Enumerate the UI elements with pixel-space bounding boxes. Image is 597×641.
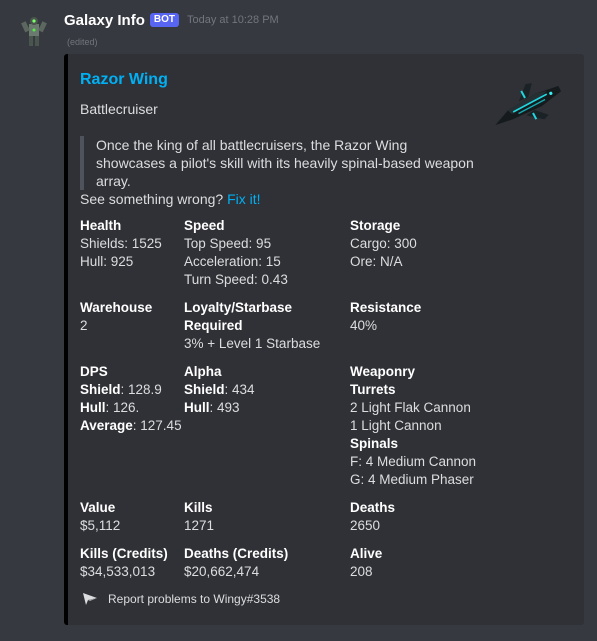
dps-hull-label: Hull [80,400,106,415]
field-weaponry: Weaponry Turrets 2 Light Flak Cannon 1 L… [350,363,476,489]
fix-prompt: See something wrong? [80,191,224,207]
field-storage: Storage Cargo: 300 Ore: N/A [350,217,417,271]
field-alpha-shield: Shield: 434 [184,381,255,399]
author-name[interactable]: Galaxy Info [64,12,145,29]
field-alive-value: 208 [350,564,373,579]
field-kills-credits: Kills (Credits) $34,533,013 [80,545,168,581]
message-timestamp[interactable]: Today at 10:28 PM [187,14,279,26]
dps-shield-value: : 128.9 [120,382,162,397]
ship-thumbnail-icon[interactable] [488,74,566,138]
field-resistance-value: 40% [350,318,378,333]
field-alpha-hull: Hull: 493 [184,399,255,417]
footer-text: Report problems to Wingy#3538 [108,592,281,606]
field-alive: Alive 208 [350,545,382,581]
field-speed-name: Speed [184,218,225,233]
field-deaths-name: Deaths [350,500,396,515]
alpha-hull-value: : 493 [209,400,240,415]
field-speed: Speed Top Speed: 95 Acceleration: 15 Tur… [184,217,288,289]
weaponry-spinal-1: F: 4 Medium Cannon [350,454,477,469]
paper-plane-icon [83,593,97,605]
field-warehouse-name: Warehouse [80,300,153,315]
field-speed-turn: Turn Speed: 0.43 [184,272,288,287]
field-value-name: Value [80,500,116,515]
field-alive-name: Alive [350,546,383,561]
field-deaths: Deaths 2650 [350,499,395,535]
field-weaponry-name: Weaponry [350,364,416,379]
field-kills-credits-name: Kills (Credits) [80,546,168,561]
fix-line: See something wrong? Fix it! [80,191,261,207]
robot-avatar-icon [21,17,47,46]
field-dps-name: DPS [80,364,108,379]
dps-hull-value: : 126. [105,400,140,415]
field-health-name: Health [80,218,122,233]
dps-average-value: : 127.45 [132,418,182,433]
alpha-shield-label: Shield [184,382,225,397]
field-storage-cargo: Cargo: 300 [350,236,417,251]
field-alpha-name: Alpha [184,364,222,379]
field-storage-ore: Ore: N/A [350,254,403,269]
field-loyalty-value: 3% + Level 1 Starbase [184,336,321,351]
field-kills-credits-value: $34,533,013 [80,564,156,579]
embed-card: Razor Wing Battlecruiser Once the king o… [64,54,584,625]
weaponry-turret-1: 2 Light Flak Cannon [350,400,471,415]
weaponry-turret-2: 1 Light Cannon [350,418,442,433]
field-value: Value $5,112 [80,499,120,535]
field-warehouse-value: 2 [80,318,88,333]
alpha-shield-value: : 434 [224,382,255,397]
field-loyalty-name-1: Loyalty/Starbase [184,300,293,315]
field-speed-accel: Acceleration: 15 [184,254,281,269]
field-speed-top: Top Speed: 95 [184,236,272,251]
weaponry-turrets-label: Turrets [350,382,396,397]
embed-title[interactable]: Razor Wing [80,71,168,89]
field-dps-hull: Hull: 126. [80,399,182,417]
field-alpha: Alpha Shield: 434 Hull: 493 [184,363,255,417]
field-dps-average: Average: 127.45 [80,417,182,435]
field-loyalty: Loyalty/Starbase Required 3% + Level 1 S… [184,299,320,353]
embed-description: Once the king of all battlecruisers, the… [80,136,476,190]
bot-badge: BOT [149,13,179,27]
field-health-hull: Hull: 925 [80,254,134,269]
field-deaths-value: 2650 [350,518,381,533]
avatar[interactable] [14,10,54,50]
embed-footer: Report problems to Wingy#3538 [82,592,280,606]
edited-label: (edited) [67,37,98,47]
field-loyalty-name-2: Required [184,318,243,333]
field-resistance-name: Resistance [350,300,422,315]
fix-it-link[interactable]: Fix it! [227,191,260,207]
field-dps: DPS Shield: 128.9 Hull: 126. Average: 12… [80,363,182,435]
field-deaths-credits: Deaths (Credits) $20,662,474 [184,545,288,581]
field-deaths-credits-name: Deaths (Credits) [184,546,289,561]
message-header: Galaxy Info BOT Today at 10:28 PM [64,10,279,30]
field-health: Health Shields: 1525 Hull: 925 [80,217,162,271]
field-value-value: $5,112 [80,518,121,533]
field-kills-name: Kills [184,500,213,515]
weaponry-spinals-label: Spinals [350,436,399,451]
field-resistance: Resistance 40% [350,299,421,335]
field-kills-value: 1271 [184,518,215,533]
field-storage-name: Storage [350,218,401,233]
weaponry-spinal-2: G: 4 Medium Phaser [350,472,474,487]
dps-shield-label: Shield [80,382,121,397]
embed-subtitle: Battlecruiser [80,101,158,117]
dps-average-label: Average [80,418,133,433]
field-warehouse: Warehouse 2 [80,299,152,335]
field-health-shields: Shields: 1525 [80,236,162,251]
alpha-hull-label: Hull [184,400,210,415]
field-deaths-credits-value: $20,662,474 [184,564,260,579]
field-dps-shield: Shield: 128.9 [80,381,182,399]
field-kills: Kills 1271 [184,499,214,535]
